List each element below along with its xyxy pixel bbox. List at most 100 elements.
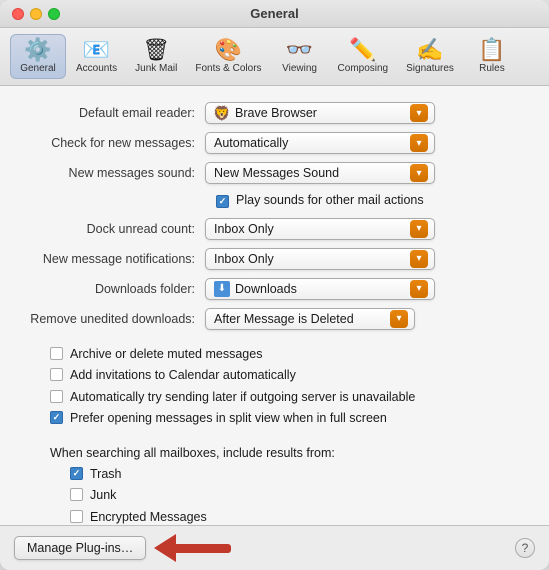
window-title: General [250, 6, 298, 21]
default-email-reader-value: Brave Browser [235, 106, 406, 120]
check-messages-row: Check for new messages: Automatically ▾ [20, 132, 529, 154]
auto-retry-checkbox[interactable] [50, 390, 63, 403]
downloads-folder-row: Downloads folder: ⬇ Downloads ▾ [20, 278, 529, 300]
remove-unedited-label: Remove unedited downloads: [20, 312, 205, 326]
check-messages-value: Automatically [214, 136, 406, 150]
help-button[interactable]: ? [515, 538, 535, 558]
notifications-row: New message notifications: Inbox Only ▾ [20, 248, 529, 270]
archive-delete-row: Archive or delete muted messages [20, 346, 529, 364]
dock-unread-label: Dock unread count: [20, 222, 205, 236]
dock-unread-value: Inbox Only [214, 222, 406, 236]
new-messages-sound-arrow: ▾ [410, 164, 428, 182]
remove-unedited-select[interactable]: After Message is Deleted ▾ [205, 308, 415, 330]
downloads-folder-value: Downloads [235, 282, 406, 296]
check-messages-arrow: ▾ [410, 134, 428, 152]
toolbar-item-accounts[interactable]: 📧 Accounts [68, 34, 125, 79]
prefer-split-view-label: Prefer opening messages in split view wh… [70, 410, 387, 428]
search-encrypted-row: Encrypted Messages [20, 509, 529, 526]
rules-icon: 📋 [478, 39, 505, 61]
dock-unread-row: Dock unread count: Inbox Only ▾ [20, 218, 529, 240]
preferences-content: Default email reader: 🦁 Brave Browser ▾ … [0, 86, 549, 525]
add-invitations-row: Add invitations to Calendar automaticall… [20, 367, 529, 385]
new-messages-sound-value: New Messages Sound [214, 166, 406, 180]
signatures-icon: ✍️ [416, 39, 443, 61]
search-junk-row: Junk [20, 487, 529, 505]
new-messages-sound-select[interactable]: New Messages Sound ▾ [205, 162, 435, 184]
downloads-folder-arrow: ▾ [410, 280, 428, 298]
play-sounds-row: Play sounds for other mail actions [20, 192, 529, 210]
composing-icon: ✏️ [349, 39, 376, 61]
search-section-label: When searching all mailboxes, include re… [20, 446, 529, 460]
search-trash-row: Trash [20, 466, 529, 484]
add-invitations-checkbox[interactable] [50, 368, 63, 381]
arrow-head [154, 534, 176, 562]
toolbar-label-signatures: Signatures [406, 63, 454, 74]
check-messages-select[interactable]: Automatically ▾ [205, 132, 435, 154]
accounts-icon: 📧 [83, 39, 110, 61]
default-email-reader-control: 🦁 Brave Browser ▾ [205, 102, 529, 124]
default-email-reader-arrow: ▾ [410, 104, 428, 122]
window-controls [12, 8, 60, 20]
toolbar-label-accounts: Accounts [76, 63, 117, 74]
mail-preferences-window: General ⚙️ General 📧 Accounts 🗑 Junk Mai… [0, 0, 549, 570]
search-trash-label: Trash [90, 466, 122, 484]
remove-unedited-value: After Message is Deleted [214, 312, 386, 326]
play-sounds-label: Play sounds for other mail actions [236, 192, 424, 210]
dock-unread-control: Inbox Only ▾ [205, 218, 529, 240]
toolbar-item-general[interactable]: ⚙️ General [10, 34, 66, 79]
search-trash-checkbox[interactable] [70, 467, 83, 480]
bottom-bar: Manage Plug-ins… ? [0, 525, 549, 570]
toolbar-item-signatures[interactable]: ✍️ Signatures [398, 34, 462, 79]
search-encrypted-checkbox[interactable] [70, 510, 83, 523]
auto-retry-row: Automatically try sending later if outgo… [20, 389, 529, 407]
remove-unedited-row: Remove unedited downloads: After Message… [20, 308, 529, 330]
viewing-icon: 👓 [286, 39, 313, 61]
junk-mail-icon: 🗑 [142, 39, 170, 61]
prefer-split-view-row: Prefer opening messages in split view wh… [20, 410, 529, 428]
manage-plugins-button[interactable]: Manage Plug-ins… [14, 536, 146, 560]
toolbar-item-rules[interactable]: 📋 Rules [464, 34, 520, 79]
toolbar-label-fonts-colors: Fonts & Colors [195, 63, 261, 74]
downloads-folder-icon: ⬇ [214, 281, 230, 297]
downloads-folder-select[interactable]: ⬇ Downloads ▾ [205, 278, 435, 300]
notifications-select[interactable]: Inbox Only ▾ [205, 248, 435, 270]
prefer-split-view-checkbox[interactable] [50, 411, 63, 424]
toolbar-item-composing[interactable]: ✏️ Composing [330, 34, 397, 79]
toolbar-item-fonts-colors[interactable]: 🎨 Fonts & Colors [187, 34, 269, 79]
toolbar-label-composing: Composing [338, 63, 389, 74]
notifications-label: New message notifications: [20, 252, 205, 266]
minimize-button[interactable] [30, 8, 42, 20]
check-messages-label: Check for new messages: [20, 136, 205, 150]
search-encrypted-label: Encrypted Messages [90, 509, 207, 526]
close-button[interactable] [12, 8, 24, 20]
toolbar-item-viewing[interactable]: 👓 Viewing [272, 34, 328, 79]
remove-unedited-control: After Message is Deleted ▾ [205, 308, 529, 330]
downloads-folder-label: Downloads folder: [20, 282, 205, 296]
new-messages-sound-control: New Messages Sound ▾ [205, 162, 529, 184]
auto-retry-label: Automatically try sending later if outgo… [70, 389, 415, 407]
arrow-tail [176, 544, 231, 553]
search-junk-checkbox[interactable] [70, 488, 83, 501]
downloads-folder-control: ⬇ Downloads ▾ [205, 278, 529, 300]
toolbar-item-junk-mail[interactable]: 🗑 Junk Mail [127, 34, 185, 79]
notifications-arrow: ▾ [410, 250, 428, 268]
general-icon: ⚙️ [24, 39, 51, 61]
brave-browser-icon: 🦁 [214, 105, 230, 121]
add-invitations-label: Add invitations to Calendar automaticall… [70, 367, 296, 385]
new-messages-sound-label: New messages sound: [20, 166, 205, 180]
dock-unread-arrow: ▾ [410, 220, 428, 238]
default-email-reader-select[interactable]: 🦁 Brave Browser ▾ [205, 102, 435, 124]
notifications-control: Inbox Only ▾ [205, 248, 529, 270]
toolbar-label-general: General [20, 63, 56, 74]
arrow-indicator [154, 534, 231, 562]
dock-unread-select[interactable]: Inbox Only ▾ [205, 218, 435, 240]
archive-delete-label: Archive or delete muted messages [70, 346, 262, 364]
new-messages-sound-row: New messages sound: New Messages Sound ▾ [20, 162, 529, 184]
titlebar: General [0, 0, 549, 28]
maximize-button[interactable] [48, 8, 60, 20]
play-sounds-checkbox[interactable] [216, 195, 229, 208]
notifications-value: Inbox Only [214, 252, 406, 266]
toolbar-label-rules: Rules [479, 63, 505, 74]
archive-delete-checkbox[interactable] [50, 347, 63, 360]
check-messages-control: Automatically ▾ [205, 132, 529, 154]
